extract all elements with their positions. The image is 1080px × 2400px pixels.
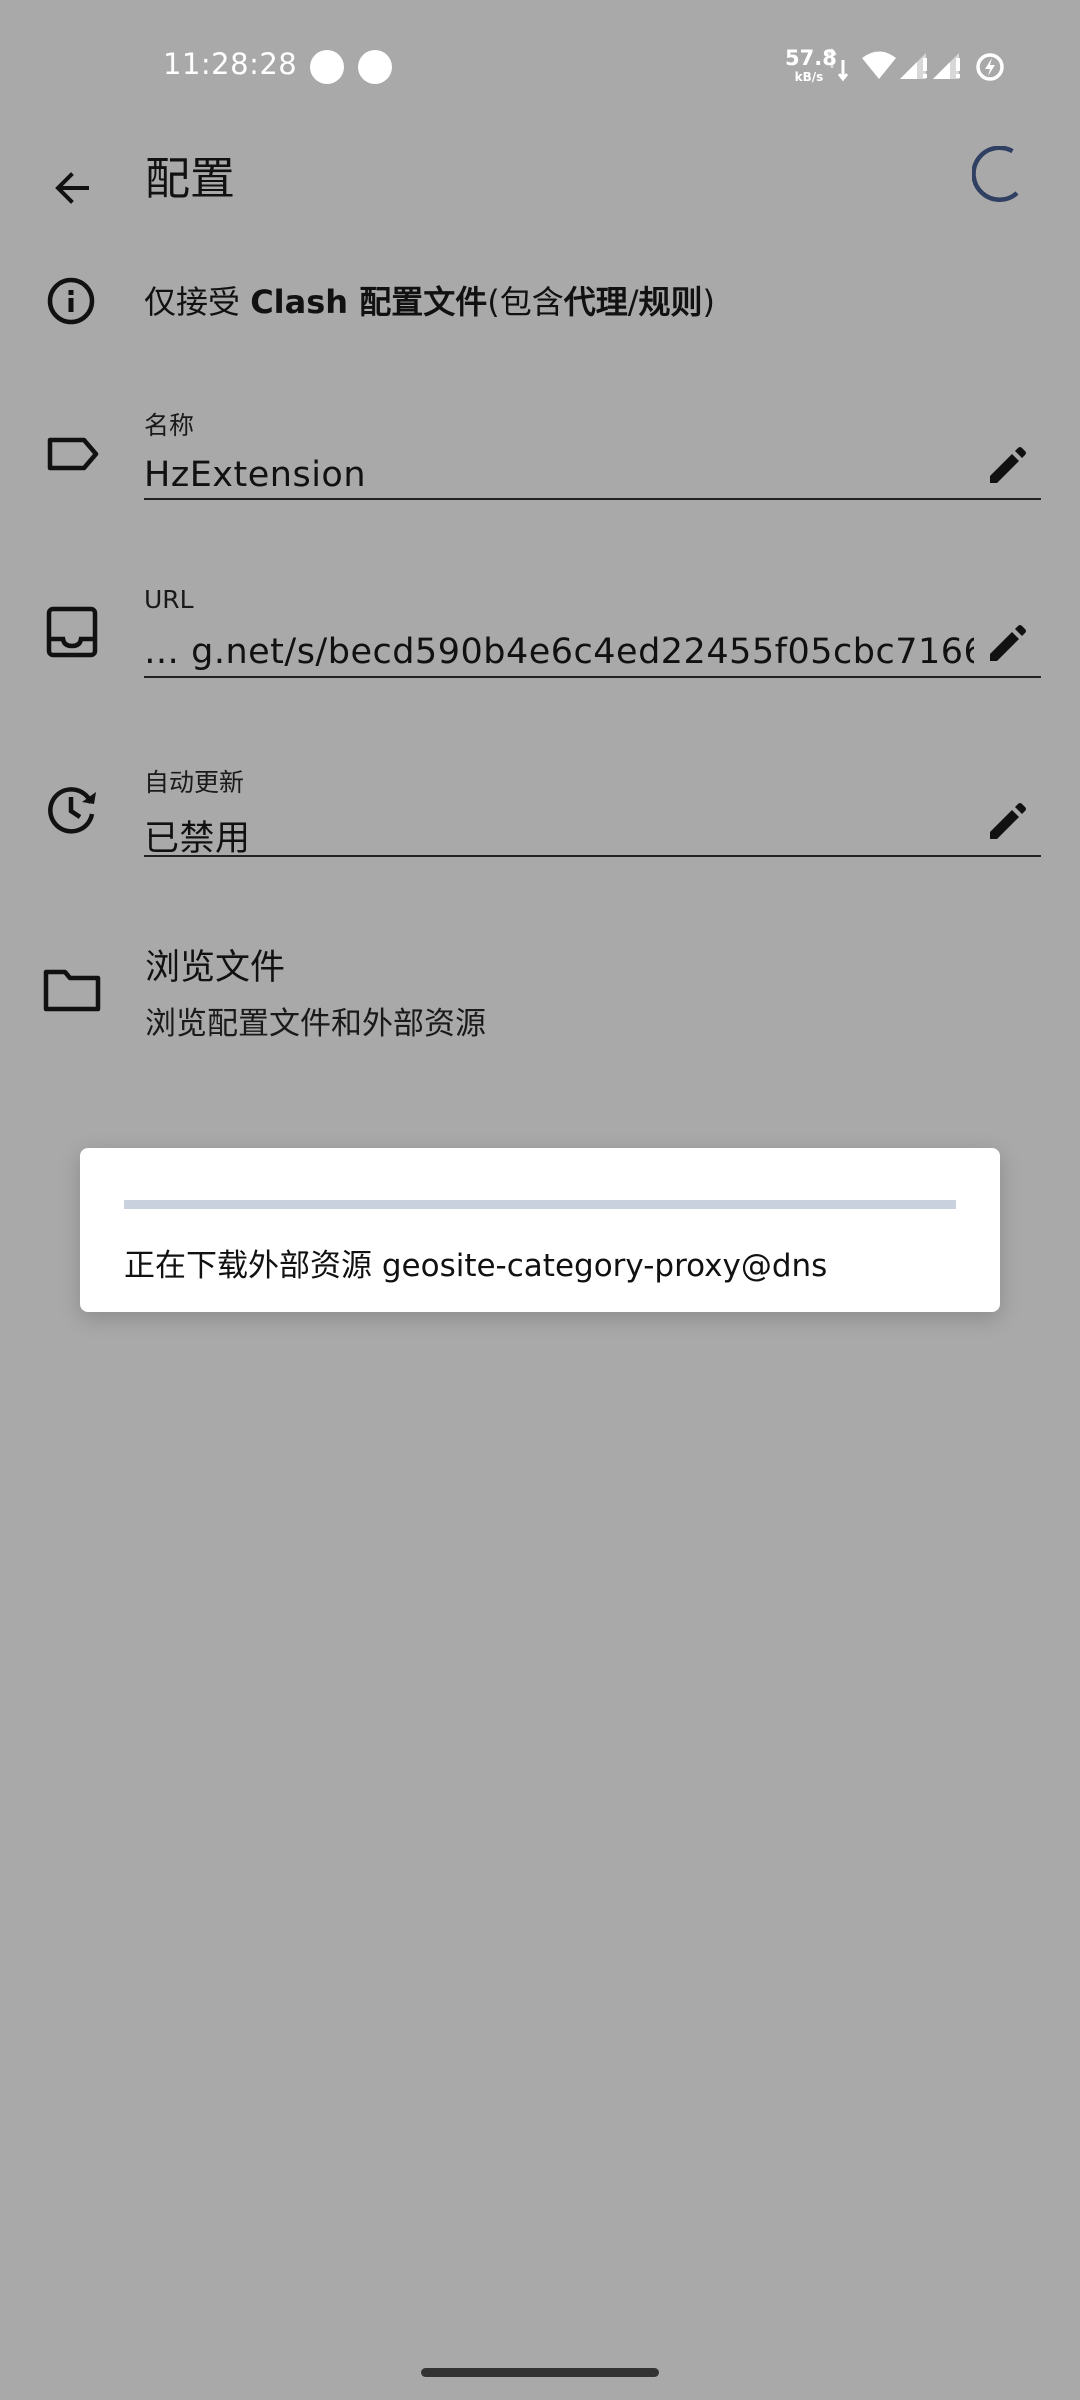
info-icon [36, 265, 108, 337]
url-field-label: URL [144, 585, 194, 614]
browse-files-title: 浏览文件 [145, 948, 286, 988]
edit-pencil-icon [990, 447, 1026, 483]
browse-files-subtitle: 浏览配置文件和外部资源 [145, 1006, 486, 1042]
info-text-bold: 代理 [563, 283, 628, 321]
info-text-part: (包含 [487, 283, 564, 321]
home-indicator[interactable] [421, 2368, 659, 2377]
name-field-underline [144, 498, 1041, 500]
arrow-back-icon [55, 172, 89, 204]
edit-url-button[interactable] [981, 620, 1031, 670]
download-progress-bar [124, 1200, 956, 1209]
data-arrows-icon [827, 47, 849, 82]
label-icon [36, 418, 108, 490]
edit-pencil-icon [990, 803, 1026, 839]
notification-dot-icon [358, 50, 392, 84]
edit-auto-update-button[interactable] [981, 798, 1031, 848]
progress-spinner-icon [971, 145, 1019, 202]
signal-icon [900, 53, 927, 79]
info-text: 仅接受 Clash 配置文件(包含代理/规则) [144, 280, 715, 324]
history-icon [36, 773, 108, 845]
auto-update-field-underline [144, 855, 1041, 857]
page-title: 配置 [145, 152, 236, 205]
status-bar: 11:28:28 57.8 kB/s [0, 0, 1080, 134]
info-text-part: 仅接受 [144, 283, 251, 321]
info-text-part: / [627, 283, 639, 321]
battery-saver-icon [976, 53, 1004, 81]
info-text-bold: 规则 [638, 283, 703, 321]
status-time: 11:28:28 [163, 47, 298, 81]
url-field-underline [144, 676, 1041, 678]
info-text-part: ) [702, 283, 716, 321]
inbox-icon [36, 596, 108, 668]
info-text-bold: Clash 配置文件 [250, 283, 488, 321]
back-button[interactable] [37, 152, 109, 224]
status-icons [826, 46, 1016, 86]
edit-pencil-icon [990, 625, 1026, 661]
url-field[interactable]: … g.net/s/becd590b4e6c4ed22455f05cbc7166… [144, 632, 974, 672]
download-message: 正在下载外部资源 geosite-category-proxy@dns [124, 1248, 828, 1284]
download-progress-dialog: 正在下载外部资源 geosite-category-proxy@dns [80, 1148, 1000, 1312]
name-field-label: 名称 [144, 411, 195, 440]
wifi-icon [862, 51, 896, 79]
folder-icon [36, 954, 108, 1026]
name-field[interactable]: HzExtension [144, 455, 974, 495]
app-bar: 配置 [0, 134, 1080, 224]
notification-dot-icon [310, 50, 344, 84]
edit-name-button[interactable] [981, 442, 1031, 492]
auto-update-field[interactable]: 已禁用 [144, 810, 974, 861]
signal-icon [933, 53, 960, 79]
auto-update-field-label: 自动更新 [144, 768, 245, 797]
loading-spinner [971, 145, 1028, 202]
